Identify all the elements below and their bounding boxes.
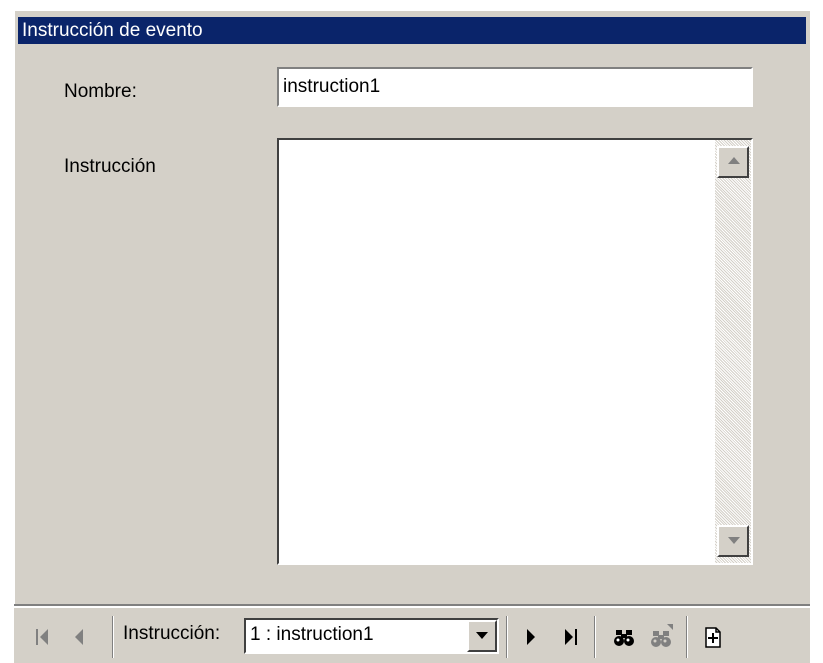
name-field[interactable]	[277, 67, 753, 107]
panel-title: Instrucción de evento	[18, 17, 806, 44]
toolbar-separator	[594, 616, 596, 658]
toolbar-separator	[506, 616, 508, 658]
instruction-editor	[277, 138, 753, 565]
last-record-button[interactable]	[556, 620, 586, 654]
chevron-down-icon	[476, 632, 488, 639]
last-record-icon	[565, 629, 577, 645]
scroll-down-icon	[728, 537, 740, 544]
record-select-value: 1 : instruction1	[250, 624, 374, 645]
binoculars-next-icon	[651, 624, 673, 647]
scroll-up-button[interactable]	[717, 146, 749, 178]
find-button[interactable]	[609, 620, 639, 654]
scroll-down-button[interactable]	[717, 525, 749, 557]
record-select[interactable]: 1 : instruction1	[244, 618, 499, 654]
navigator-label: Instrucción:	[123, 623, 221, 644]
previous-record-button[interactable]	[64, 620, 94, 654]
first-record-icon	[36, 629, 48, 645]
navigator-divider	[14, 604, 810, 606]
previous-record-icon	[75, 629, 83, 645]
binoculars-icon	[614, 630, 634, 646]
instruction-textarea[interactable]	[279, 140, 715, 563]
new-record-icon	[705, 627, 721, 648]
next-record-icon	[527, 629, 535, 645]
instruction-label: Instrucción	[64, 156, 156, 177]
name-label: Nombre:	[64, 81, 137, 102]
toolbar-separator	[686, 616, 688, 658]
next-record-button[interactable]	[516, 620, 546, 654]
first-record-button[interactable]	[28, 620, 58, 654]
page: Instrucción de evento Nombre: Instrucció…	[0, 0, 823, 663]
find-next-button[interactable]	[646, 620, 676, 654]
vertical-scrollbar[interactable]	[715, 140, 751, 563]
new-record-button[interactable]	[698, 620, 728, 654]
toolbar-separator	[112, 616, 114, 658]
scroll-up-icon	[728, 157, 740, 164]
record-select-dropdown-button[interactable]	[467, 620, 497, 652]
record-navigator: Instrucción: 1 : instruction1	[14, 604, 810, 663]
